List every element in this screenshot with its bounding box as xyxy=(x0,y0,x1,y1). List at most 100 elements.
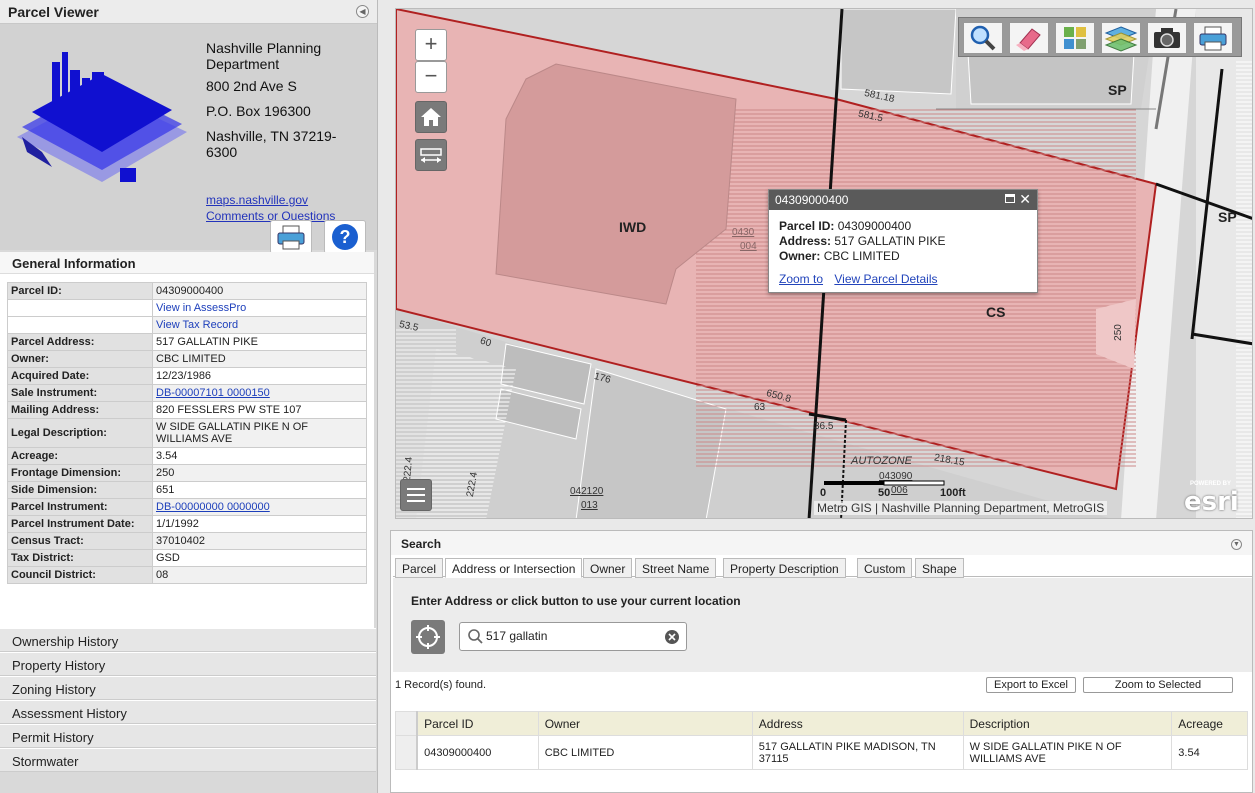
info-value: 250 xyxy=(156,467,175,479)
address-search-box xyxy=(459,622,687,651)
info-row: Census Tract: 37010402 xyxy=(7,532,367,550)
layers-tool-button[interactable] xyxy=(1101,22,1141,54)
info-row: Tax District: GSD xyxy=(7,549,367,567)
view-parcel-details-link[interactable]: View Parcel Details xyxy=(834,272,937,286)
history-item[interactable]: Stormwater xyxy=(0,748,376,772)
info-label: Acquired Date: xyxy=(7,367,153,385)
help-button[interactable]: ? xyxy=(324,220,366,254)
info-label: Parcel ID: xyxy=(7,282,153,300)
magnifier-icon xyxy=(970,25,996,51)
search-tab[interactable]: Property Description xyxy=(723,558,846,578)
ruler-icon xyxy=(420,148,442,163)
info-value-cell: GSD xyxy=(152,549,367,567)
parcel-map[interactable]: IWD CS SP SP AUTOZONE 581.18 581.5 650.8… xyxy=(395,8,1253,519)
history-item[interactable]: Ownership History xyxy=(0,628,376,652)
info-row: Acreage: 3.54 xyxy=(7,447,367,465)
search-tab[interactable]: Owner xyxy=(583,558,633,578)
collapse-search-icon[interactable]: ▼ xyxy=(1231,539,1242,550)
collapse-left-icon[interactable]: ◀ xyxy=(356,5,369,18)
city-address: Nashville, TN 37219-6300 xyxy=(206,128,337,160)
info-row: Side Dimension: 651 xyxy=(7,481,367,499)
info-value: 1/1/1992 xyxy=(156,518,199,530)
zoom-out-button[interactable]: − xyxy=(415,61,447,93)
scale-100: 100ft xyxy=(940,487,966,499)
scale-bar: 0 50 100ft xyxy=(820,479,966,503)
general-info-heading: General Information xyxy=(0,252,374,274)
table-row[interactable]: 04309000400 CBC LIMITED 517 GALLATIN PIKE … xyxy=(395,735,1248,770)
search-tab[interactable]: Address or Intersection xyxy=(445,558,583,578)
zoom-to-link[interactable]: Zoom to xyxy=(779,272,823,286)
info-row: Parcel Instrument: DB-00000000 0000000 xyxy=(7,498,367,516)
info-row: Frontage Dimension: 250 xyxy=(7,464,367,482)
esri-logo: POWERED BY esri xyxy=(1182,481,1246,517)
search-heading: Search xyxy=(401,537,442,551)
info-value-cell: DB-00000000 0000000 xyxy=(152,498,367,516)
popup-address-label: Address: xyxy=(779,234,832,248)
info-link[interactable]: View in AssessPro xyxy=(156,302,246,314)
zoom-in-button[interactable]: + xyxy=(415,29,447,61)
history-item[interactable]: Permit History xyxy=(0,724,376,748)
info-label: Frontage Dimension: xyxy=(7,464,153,482)
column-header[interactable]: Acreage xyxy=(1171,711,1248,736)
layers-menu-button[interactable] xyxy=(400,479,432,511)
column-header[interactable]: Owner xyxy=(537,711,753,736)
printer-icon xyxy=(277,225,305,250)
info-row: Parcel ID: 04309000400 xyxy=(7,282,367,300)
contact-links: maps.nashville.gov Comments or Questions xyxy=(206,192,335,224)
current-location-button[interactable] xyxy=(411,620,445,654)
zone-iwd-label: IWD xyxy=(619,219,647,235)
print-button[interactable] xyxy=(270,220,312,254)
address-search-input[interactable] xyxy=(486,627,656,645)
site-link[interactable]: maps.nashville.gov xyxy=(206,192,335,208)
info-row: Acquired Date: 12/23/1986 xyxy=(7,367,367,385)
clear-search-icon[interactable] xyxy=(664,629,680,645)
info-link[interactable]: View Tax Record xyxy=(156,319,238,331)
parcel-number-label: 004 xyxy=(740,241,757,252)
info-value: 37010402 xyxy=(156,535,205,547)
info-value: 12/23/1986 xyxy=(156,370,212,382)
search-tool-button[interactable] xyxy=(963,22,1003,54)
print-map-button[interactable] xyxy=(1193,22,1233,54)
info-row: Legal Description: W SIDE GALLATIN PIKE N… xyxy=(7,418,367,448)
column-header[interactable]: Address xyxy=(751,711,964,736)
info-value-cell: 37010402 xyxy=(152,532,367,550)
search-tab[interactable]: Custom xyxy=(857,558,913,578)
info-row: View Tax Record xyxy=(7,316,367,334)
history-item[interactable]: Property History xyxy=(0,652,376,676)
result-cell: CBC LIMITED xyxy=(537,735,753,770)
home-button[interactable] xyxy=(415,101,447,133)
column-header[interactable]: Parcel ID xyxy=(416,711,539,736)
search-tab[interactable]: Street Name xyxy=(635,558,717,578)
info-label: Acreage: xyxy=(7,447,153,465)
info-link[interactable]: DB-00007101 0000150 xyxy=(156,387,270,399)
info-value: 517 GALLATIN PIKE xyxy=(156,336,258,348)
search-tab[interactable]: Parcel xyxy=(395,558,444,578)
basemap-tool-button[interactable] xyxy=(1055,22,1095,54)
export-excel-button[interactable]: Export to Excel xyxy=(986,677,1076,693)
info-label: Owner: xyxy=(7,350,153,368)
maximize-icon[interactable] xyxy=(1005,194,1015,203)
zoom-to-selected-button[interactable]: Zoom to Selected xyxy=(1083,677,1233,693)
column-header[interactable]: Description xyxy=(962,711,1173,736)
eraser-icon xyxy=(1016,28,1041,51)
dim-label: 63 xyxy=(754,402,766,413)
results-table: Parcel ID Owner Address Description Acreage … xyxy=(395,711,1248,770)
esri-wordmark: esri xyxy=(1184,487,1239,517)
history-item[interactable]: Assessment History xyxy=(0,700,376,724)
zone-sp-label: SP xyxy=(1108,82,1127,98)
search-tabs: Parcel Address or Intersection Owner Street… xyxy=(393,557,1252,578)
scale-0: 0 xyxy=(820,487,827,499)
row-selector[interactable] xyxy=(395,735,419,770)
info-label: Tax District: xyxy=(7,549,153,567)
close-icon[interactable]: ✕ xyxy=(1019,191,1031,208)
search-tab[interactable]: Shape xyxy=(915,558,964,578)
parcel-number-label: 013 xyxy=(581,500,598,511)
info-link[interactable]: DB-00000000 0000000 xyxy=(156,501,270,513)
history-item[interactable]: Zoning History xyxy=(0,676,376,700)
info-row: View in AssessPro xyxy=(7,299,367,317)
info-label xyxy=(7,299,153,317)
erase-tool-button[interactable] xyxy=(1009,22,1049,54)
snapshot-tool-button[interactable] xyxy=(1147,22,1187,54)
parcel-viewer-panel: Parcel Viewer ◀ Nashville Planning Depar… xyxy=(0,0,378,793)
measure-button[interactable] xyxy=(415,139,447,171)
